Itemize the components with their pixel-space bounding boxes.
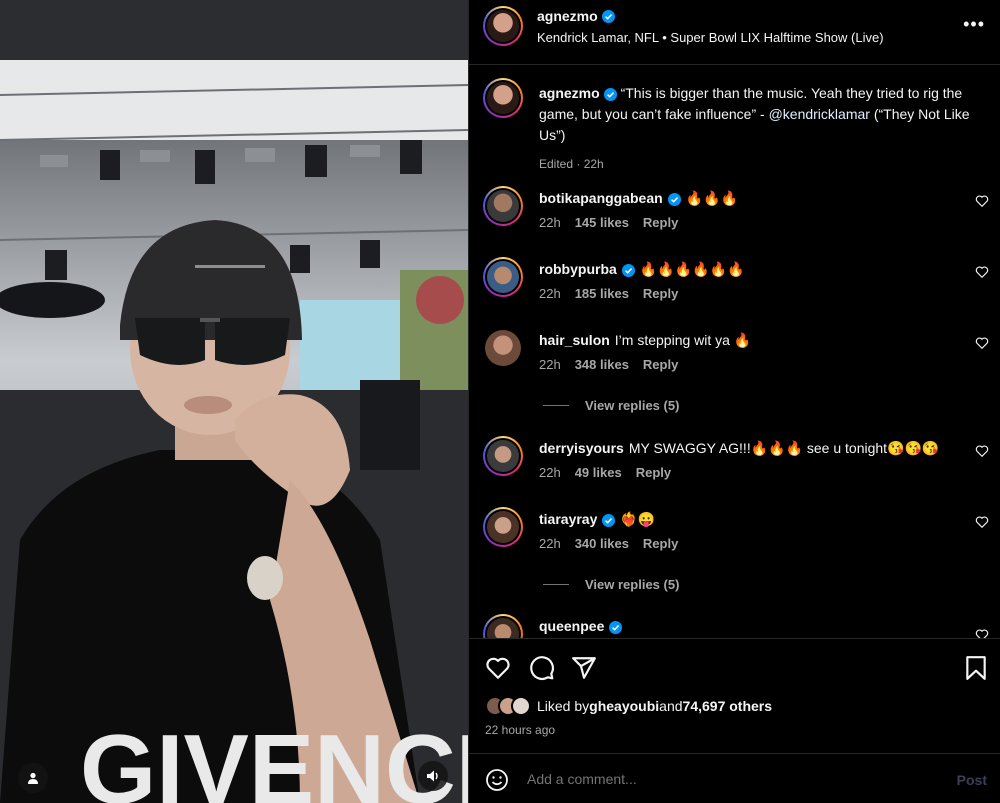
mention-link[interactable]: @kendricklamar bbox=[769, 106, 870, 122]
comment-icon[interactable] bbox=[529, 655, 555, 681]
comment-meta: 22h 49 likes Reply bbox=[539, 465, 685, 480]
comment-text: 🔥🔥🔥🔥🔥🔥 bbox=[639, 261, 745, 277]
post-photo: GIVENCH bbox=[0, 0, 468, 803]
author-username[interactable]: agnezmo bbox=[537, 8, 615, 24]
commenter-avatar[interactable] bbox=[483, 507, 523, 547]
commenter-avatar[interactable] bbox=[483, 186, 523, 226]
comment-time: 22h bbox=[539, 357, 561, 372]
replies-divider bbox=[543, 584, 569, 585]
comment-meta: 22h 185 likes Reply bbox=[539, 286, 692, 301]
view-replies-button[interactable]: View replies (5) bbox=[543, 398, 679, 413]
avatar bbox=[511, 696, 531, 716]
comment-body: queenpee bbox=[539, 616, 959, 636]
verified-badge-icon bbox=[609, 620, 623, 634]
verified-badge-icon bbox=[621, 263, 635, 277]
post-sidebar: agnezmo Kendrick Lamar, NFL • Super Bowl… bbox=[468, 0, 1000, 803]
view-replies-button[interactable]: View replies (5) bbox=[543, 577, 679, 592]
author-avatar[interactable] bbox=[483, 6, 523, 46]
tagged-users-button[interactable] bbox=[18, 763, 48, 793]
comment-text: 🔥🔥🔥 bbox=[685, 190, 738, 206]
commenter-avatar[interactable] bbox=[483, 614, 523, 638]
comment-username[interactable]: derryisyours bbox=[539, 440, 624, 456]
author-username-text[interactable]: agnezmo bbox=[537, 8, 598, 24]
comment-username[interactable]: robbypurba bbox=[539, 261, 617, 277]
comment-input[interactable] bbox=[527, 771, 917, 787]
audio-location-link[interactable]: Kendrick Lamar, NFL • Super Bowl LIX Hal… bbox=[537, 30, 884, 45]
post-header: agnezmo Kendrick Lamar, NFL • Super Bowl… bbox=[469, 0, 1000, 65]
bookmark-icon[interactable] bbox=[963, 655, 989, 681]
comment-likes[interactable]: 185 likes bbox=[575, 286, 629, 301]
send-icon[interactable] bbox=[571, 655, 597, 681]
comment-meta: 22h 348 likes Reply bbox=[539, 357, 692, 372]
caption-username[interactable]: agnezmo bbox=[539, 85, 600, 101]
verified-badge-icon bbox=[667, 192, 681, 206]
comment-username[interactable]: hair_sulon bbox=[539, 332, 610, 348]
comment-body: derryisyours MY SWAGGY AG!!!🔥🔥🔥 see u ton… bbox=[539, 438, 959, 458]
comment-like-icon[interactable] bbox=[975, 444, 989, 458]
post-comment-button[interactable]: Post bbox=[957, 772, 987, 788]
speaker-icon bbox=[427, 770, 438, 782]
reply-button[interactable]: Reply bbox=[636, 465, 671, 480]
comment-username[interactable]: queenpee bbox=[539, 618, 604, 634]
reply-button[interactable]: Reply bbox=[643, 215, 678, 230]
replies-divider bbox=[543, 405, 569, 406]
post-timestamp[interactable]: 22 hours ago bbox=[485, 723, 555, 737]
post-media[interactable]: GIVENCH bbox=[0, 0, 468, 803]
reply-button[interactable]: Reply bbox=[643, 357, 678, 372]
comment-like-icon[interactable] bbox=[975, 265, 989, 279]
liked-by-avatars bbox=[485, 696, 531, 716]
comment-body: robbypurba 🔥🔥🔥🔥🔥🔥 bbox=[539, 259, 959, 279]
verified-badge-icon bbox=[601, 9, 615, 23]
comment-username[interactable]: tiarayray bbox=[539, 511, 597, 527]
verified-badge-icon bbox=[602, 513, 616, 527]
comment-likes[interactable]: 348 likes bbox=[575, 357, 629, 372]
reply-button[interactable]: Reply bbox=[643, 286, 678, 301]
comment-text: MY SWAGGY AG!!!🔥🔥🔥 see u tonight😘😘😘 bbox=[628, 440, 940, 456]
post-actions: Liked by gheayoubi and 74,697 others 22 … bbox=[469, 638, 1000, 753]
comment-text: I’m stepping wit ya 🔥 bbox=[614, 332, 752, 348]
comment-text: ❤️‍🔥😛 bbox=[620, 511, 656, 527]
comment-likes[interactable]: 340 likes bbox=[575, 536, 629, 551]
commenter-avatar[interactable] bbox=[483, 257, 523, 297]
caption-avatar[interactable] bbox=[483, 78, 523, 118]
verified-badge-icon bbox=[603, 87, 617, 101]
comment-meta: 22h 340 likes Reply bbox=[539, 536, 692, 551]
comments-section[interactable]: agnezmo “This is bigger than the music. … bbox=[469, 66, 1000, 638]
commenter-avatar[interactable] bbox=[483, 436, 523, 476]
comment-username[interactable]: botikapanggabean bbox=[539, 190, 663, 206]
comment-meta: 22h 145 likes Reply bbox=[539, 215, 692, 230]
comment-body: hair_sulon I’m stepping wit ya 🔥 bbox=[539, 330, 959, 350]
comment-like-icon[interactable] bbox=[975, 628, 989, 638]
comment-like-icon[interactable] bbox=[975, 194, 989, 208]
comment-time: 22h bbox=[539, 536, 561, 551]
comment-likes[interactable]: 49 likes bbox=[575, 465, 622, 480]
svg-text:GIVENCH: GIVENCH bbox=[80, 714, 468, 803]
likes-count[interactable]: 74,697 others bbox=[683, 698, 773, 714]
comment-time: 22h bbox=[539, 286, 561, 301]
commenter-avatar[interactable] bbox=[485, 330, 521, 366]
caption-edited: Edited · 22h bbox=[539, 157, 604, 171]
comment-like-icon[interactable] bbox=[975, 515, 989, 529]
add-comment-bar: Post bbox=[469, 753, 1000, 803]
comment-body: botikapanggabean 🔥🔥🔥 bbox=[539, 188, 959, 208]
liked-by-prefix: Liked by bbox=[537, 698, 590, 714]
view-replies-label[interactable]: View replies (5) bbox=[585, 398, 679, 413]
likes-summary[interactable]: Liked by gheayoubi and 74,697 others bbox=[485, 696, 772, 716]
more-options-button[interactable]: ••• bbox=[963, 14, 985, 35]
comment-likes[interactable]: 145 likes bbox=[575, 215, 629, 230]
comment-time: 22h bbox=[539, 215, 561, 230]
emoji-icon[interactable] bbox=[485, 768, 509, 792]
comment-like-icon[interactable] bbox=[975, 336, 989, 350]
comment-body: tiarayray ❤️‍🔥😛 bbox=[539, 509, 959, 529]
person-icon bbox=[28, 772, 38, 784]
comment-time: 22h bbox=[539, 465, 561, 480]
view-replies-label[interactable]: View replies (5) bbox=[585, 577, 679, 592]
heart-icon[interactable] bbox=[485, 655, 511, 681]
post-caption: agnezmo “This is bigger than the music. … bbox=[539, 83, 979, 175]
sound-toggle-button[interactable] bbox=[418, 761, 448, 791]
liked-by-middle: and bbox=[659, 698, 683, 714]
reply-button[interactable]: Reply bbox=[643, 536, 678, 551]
liked-by-user[interactable]: gheayoubi bbox=[589, 698, 659, 714]
